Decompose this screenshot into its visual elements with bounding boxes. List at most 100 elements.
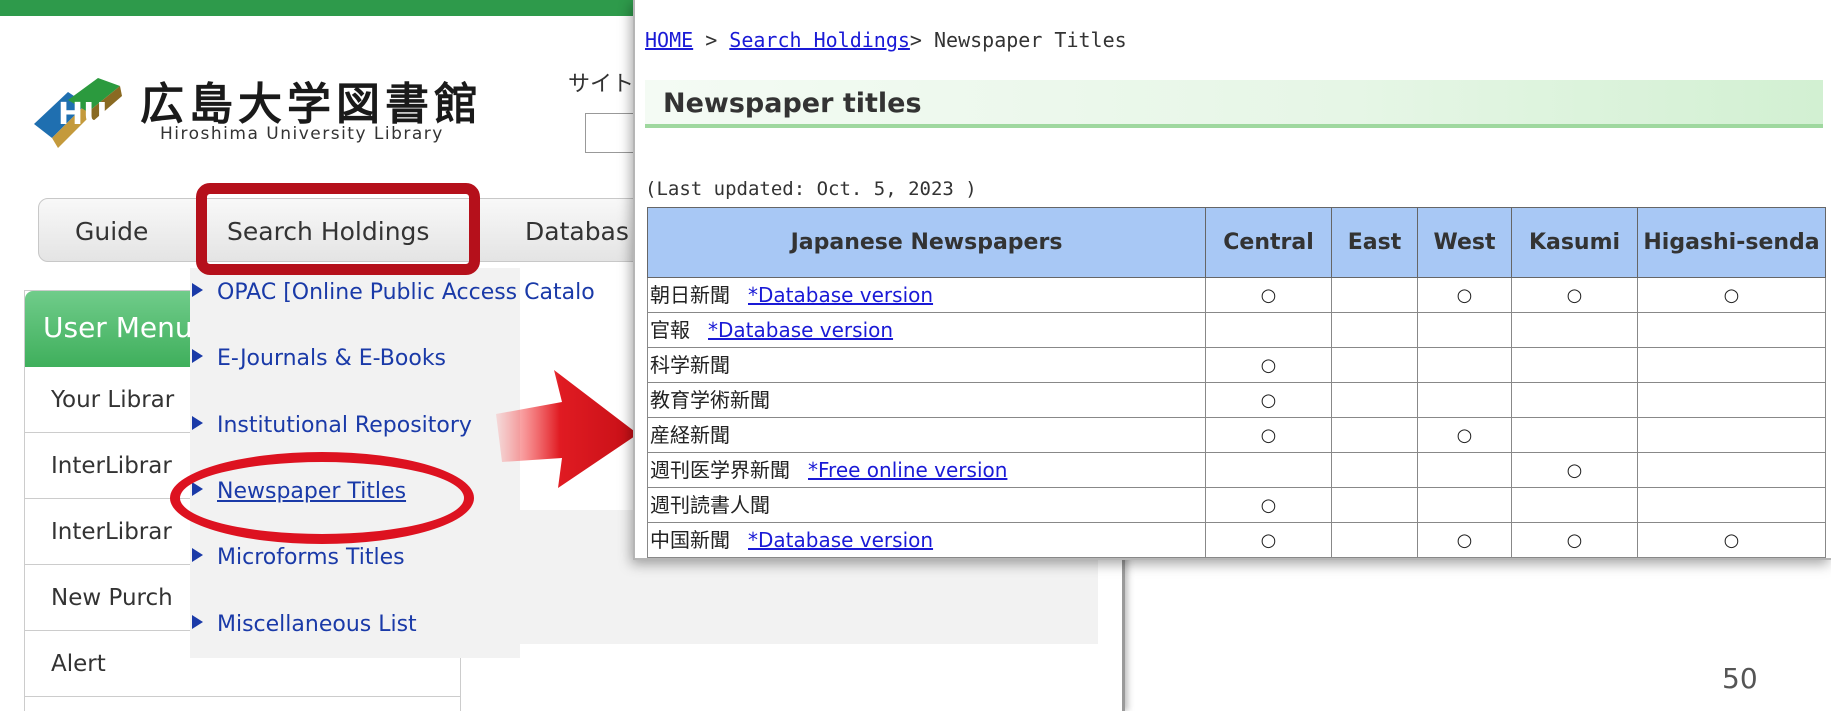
dropdown-item-label: Institutional Repository <box>217 413 472 438</box>
newspaper-title: 教育学術新聞 <box>650 387 770 412</box>
dropdown-item-miscellaneous[interactable]: Miscellaneous List <box>192 612 417 637</box>
newspaper-title-cell: 週刊医学界新聞 *Free online version <box>647 452 1206 488</box>
newspaper-title-cell: 週刊読書人聞 <box>647 487 1206 523</box>
table-row: 朝日新聞 *Database version ○ ○ ○ ○ <box>647 277 1826 313</box>
dropdown-item-repository[interactable]: Institutional Repository <box>192 413 472 438</box>
page-title: Newspaper titles <box>663 88 922 119</box>
column-header: Higashi-senda <box>1637 207 1826 278</box>
slide-number: 50 <box>1722 662 1758 695</box>
column-header: East <box>1331 207 1418 278</box>
last-updated-note: (Last updated: Oct. 5, 2023 ) <box>645 178 977 200</box>
triangle-bullet-icon <box>192 283 203 297</box>
holding-mark-central: ○ <box>1205 417 1332 453</box>
dropdown-item-ejournals[interactable]: E-Journals & E-Books <box>192 346 446 371</box>
table-row: 産経新聞 ○ ○ <box>647 417 1826 453</box>
breadcrumb-search-link[interactable]: Search Holdings <box>729 28 910 52</box>
site-search-label: サイト <box>568 72 635 97</box>
dropdown-item-label: OPAC [Online Public Access Catalo <box>217 280 595 305</box>
newspaper-title-cell: 教育学術新聞 <box>647 382 1206 418</box>
holding-mark-east <box>1331 347 1418 383</box>
holding-mark-east <box>1331 522 1418 558</box>
holding-mark-central: ○ <box>1205 277 1332 313</box>
holding-mark-east <box>1331 312 1418 348</box>
holding-mark-west <box>1417 452 1512 488</box>
holding-mark-east <box>1331 452 1418 488</box>
breadcrumb-home-link[interactable]: HOME <box>645 28 693 52</box>
newspaper-title-cell: 朝日新聞 *Database version <box>647 277 1206 313</box>
holding-mark-central <box>1205 312 1332 348</box>
dropdown-item-microforms[interactable]: Microforms Titles <box>192 545 405 570</box>
newspaper-online-link[interactable]: *Database version <box>708 318 893 342</box>
newspaper-title: 週刊医学界新聞 <box>650 457 790 482</box>
library-name-english: Hiroshima University Library <box>160 124 444 144</box>
newspaper-title-cell: 産経新聞 <box>647 417 1206 453</box>
holding-mark-east <box>1331 382 1418 418</box>
breadcrumb-separator: > <box>693 28 730 52</box>
library-logo[interactable]: HU 広島大学図書館 Hiroshima University Library <box>28 62 498 152</box>
table-row: 中国新聞 *Database version ○ ○ ○ ○ <box>647 522 1826 558</box>
newspaper-title: 朝日新聞 <box>650 282 730 307</box>
triangle-bullet-icon <box>192 548 203 562</box>
column-header: Central <box>1205 207 1332 278</box>
slide: HU 広島大学図書館 Hiroshima University Library … <box>0 0 1831 711</box>
table-row: 週刊医学界新聞 *Free online version ○ <box>647 452 1826 488</box>
nav-databases[interactable]: Databas <box>525 217 629 246</box>
column-header: West <box>1417 207 1512 278</box>
dropdown-item-label: E-Journals & E-Books <box>217 346 447 371</box>
table-row: 官報 *Database version <box>647 312 1826 348</box>
holding-mark-higashi <box>1637 347 1826 383</box>
breadcrumb-current: Newspaper Titles <box>934 28 1127 52</box>
holding-mark-west <box>1417 312 1512 348</box>
newspaper-online-link[interactable]: *Database version <box>748 283 933 307</box>
nav-guide[interactable]: Guide <box>75 217 148 246</box>
holding-mark-kasumi <box>1511 382 1638 418</box>
holding-mark-kasumi <box>1511 347 1638 383</box>
table-row: 週刊読書人聞 ○ <box>647 487 1826 523</box>
newspaper-table-body: 朝日新聞 *Database version ○ ○ ○ ○ 官報 *Database ver… <box>647 277 1826 558</box>
newspaper-title-cell: 科学新聞 <box>647 347 1206 383</box>
column-header: Japanese Newspapers <box>647 207 1206 278</box>
newspaper-title-cell: 官報 *Database version <box>647 312 1206 348</box>
table-row: 教育学術新聞 ○ <box>647 382 1826 418</box>
holding-mark-higashi <box>1637 417 1826 453</box>
holding-mark-central: ○ <box>1205 522 1332 558</box>
newspaper-online-link[interactable]: *Free online version <box>808 458 1007 482</box>
svg-text:HU: HU <box>58 97 107 132</box>
newspaper-table: Japanese Newspapers Central East West Ka… <box>647 207 1826 558</box>
holding-mark-central <box>1205 452 1332 488</box>
breadcrumb: HOME > Search Holdings> Newspaper Titles <box>645 28 1127 52</box>
newspaper-titles-highlight <box>170 452 474 544</box>
holding-mark-east <box>1331 487 1418 523</box>
holding-mark-higashi <box>1637 487 1826 523</box>
holding-mark-west: ○ <box>1417 417 1512 453</box>
table-header-row: Japanese Newspapers Central East West Ka… <box>647 207 1826 278</box>
holding-mark-higashi <box>1637 312 1826 348</box>
holding-mark-east <box>1331 417 1418 453</box>
holding-mark-higashi: ○ <box>1637 277 1826 313</box>
holding-mark-west: ○ <box>1417 277 1512 313</box>
newspaper-online-link[interactable]: *Database version <box>748 528 933 552</box>
triangle-bullet-icon <box>192 349 203 363</box>
holding-mark-kasumi: ○ <box>1511 452 1638 488</box>
holding-mark-east <box>1331 277 1418 313</box>
holding-mark-kasumi <box>1511 487 1638 523</box>
holding-mark-higashi <box>1637 452 1826 488</box>
page-title-bar: Newspaper titles <box>645 80 1823 128</box>
holding-mark-kasumi <box>1511 417 1638 453</box>
holding-mark-central: ○ <box>1205 347 1332 383</box>
column-header: Kasumi <box>1511 207 1638 278</box>
holding-mark-west <box>1417 487 1512 523</box>
newspaper-titles-page-screenshot: HOME > Search Holdings> Newspaper Titles… <box>633 0 1831 560</box>
hu-logo-icon: HU <box>34 78 122 148</box>
dropdown-item-label: Miscellaneous List <box>217 612 417 637</box>
breadcrumb-separator: > <box>909 28 935 52</box>
table-row: 科学新聞 ○ <box>647 347 1826 383</box>
library-name-japanese: 広島大学図書館 <box>140 79 483 130</box>
holding-mark-kasumi: ○ <box>1511 522 1638 558</box>
arrow-right-icon <box>496 370 638 488</box>
dropdown-item-opac[interactable]: OPAC [Online Public Access Catalo <box>192 280 595 305</box>
newspaper-title: 週刊読書人聞 <box>650 492 770 517</box>
search-holdings-highlight <box>196 183 480 275</box>
holding-mark-central: ○ <box>1205 487 1332 523</box>
holding-mark-kasumi <box>1511 312 1638 348</box>
